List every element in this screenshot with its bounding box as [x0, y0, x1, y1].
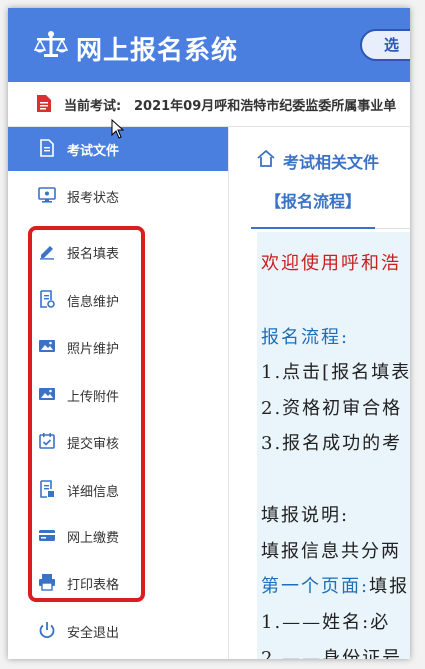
sidebar-item-print-form[interactable]: 打印表格 — [8, 561, 228, 605]
document-detail-icon — [40, 480, 54, 498]
tab-apply-process[interactable]: 【报名流程】 — [251, 185, 375, 229]
select-exam-button[interactable]: 选 — [360, 29, 410, 61]
sidebar-item-label: 打印表格 — [67, 578, 120, 593]
field-label: 1.——姓名: — [261, 612, 371, 633]
current-exam-bar: 当前考试: 2021年09月呼和浩特市纪委监委所属事业单 — [8, 82, 410, 127]
printer-icon — [39, 574, 55, 591]
app-title: 网上报名系统 — [76, 36, 239, 66]
field-label: 2.——身份证号 — [261, 648, 403, 659]
sidebar-item-label: 安全退出 — [67, 626, 120, 641]
image-icon — [39, 340, 55, 352]
sidebar-item-label: 信息维护 — [67, 295, 120, 310]
sidebar-item-submit-review[interactable]: 提交审核 — [8, 420, 228, 464]
home-icon — [257, 150, 275, 167]
sidebar: 考试文件 报考状态 报名填表 信息维护 照片维护 上传附件 提交审核 详细信息 … — [8, 127, 229, 659]
sidebar-item-details[interactable]: 详细信息 — [8, 468, 228, 512]
app-window: 网上报名系统 选 当前考试: 2021年09月呼和浩特市纪委监委所属事业单 考试… — [8, 8, 410, 659]
sidebar-item-upload-attachment[interactable]: 上传附件 — [8, 373, 228, 417]
tab-divider — [375, 228, 410, 229]
sidebar-item-label: 照片维护 — [67, 342, 120, 357]
sidebar-item-label: 提交审核 — [67, 437, 120, 452]
breadcrumb-title: 考试相关文件 — [283, 153, 380, 172]
sidebar-item-label: 报考状态 — [67, 191, 120, 206]
sidebar-item-label: 详细信息 — [67, 485, 120, 500]
sidebar-item-logout[interactable]: 安全退出 — [8, 609, 228, 653]
paragraph-line: 第一个页面:填报 — [261, 572, 409, 598]
paragraph-text: 填报 — [369, 576, 410, 597]
section-heading: 报名流程: — [261, 327, 350, 348]
process-step: 3.报名成功的考 — [261, 433, 403, 454]
pencil-icon — [40, 246, 54, 260]
file-icon — [40, 139, 54, 157]
scales-logo-icon — [34, 31, 68, 57]
power-icon — [39, 622, 55, 639]
sidebar-item-fill-form[interactable]: 报名填表 — [8, 230, 228, 274]
current-exam-label: 当前考试: — [64, 99, 122, 114]
paragraph-line: 填报信息共分两 — [261, 537, 401, 563]
sidebar-item-label: 网上缴费 — [67, 531, 120, 546]
sidebar-item-apply-status[interactable]: 报考状态 — [8, 174, 228, 218]
paragraph-line: 2.——身份证号 — [261, 644, 402, 659]
sidebar-item-label: 报名填表 — [67, 247, 120, 262]
card-icon — [39, 530, 55, 541]
current-exam-value: 2021年09月呼和浩特市纪委监委所属事业单 — [134, 99, 397, 114]
paragraph-text: 必 — [370, 612, 391, 633]
image-icon — [39, 388, 55, 400]
mouse-cursor-icon — [111, 119, 125, 139]
sidebar-item-label: 上传附件 — [67, 390, 120, 405]
document-edit-icon — [40, 290, 55, 308]
welcome-text: 欢迎使用呼和浩 — [261, 253, 401, 274]
monitor-icon — [38, 187, 56, 203]
section-heading: 填报说明: — [261, 505, 350, 526]
calendar-check-icon — [39, 433, 55, 449]
paragraph-text: 填报信息共分两 — [261, 541, 401, 562]
sidebar-item-info-maintain[interactable]: 信息维护 — [8, 278, 228, 322]
process-step: 2.资格初审合格 — [261, 398, 403, 419]
content-panel: 考试相关文件 【报名流程】 欢迎使用呼和浩 报名流程: 1.点击[报名填表 2.… — [229, 127, 410, 659]
sidebar-item-photo-maintain[interactable]: 照片维护 — [8, 325, 228, 369]
document-icon — [37, 95, 51, 112]
app-header: 网上报名系统 选 — [8, 8, 410, 82]
page-label: 第一个页面: — [261, 576, 370, 597]
sidebar-item-online-payment[interactable]: 网上缴费 — [8, 514, 228, 558]
process-step: 1.点击[报名填表 — [261, 362, 410, 383]
paragraph-line: 1.——姓名:必 — [261, 608, 390, 634]
sidebar-item-label: 考试文件 — [67, 144, 120, 159]
